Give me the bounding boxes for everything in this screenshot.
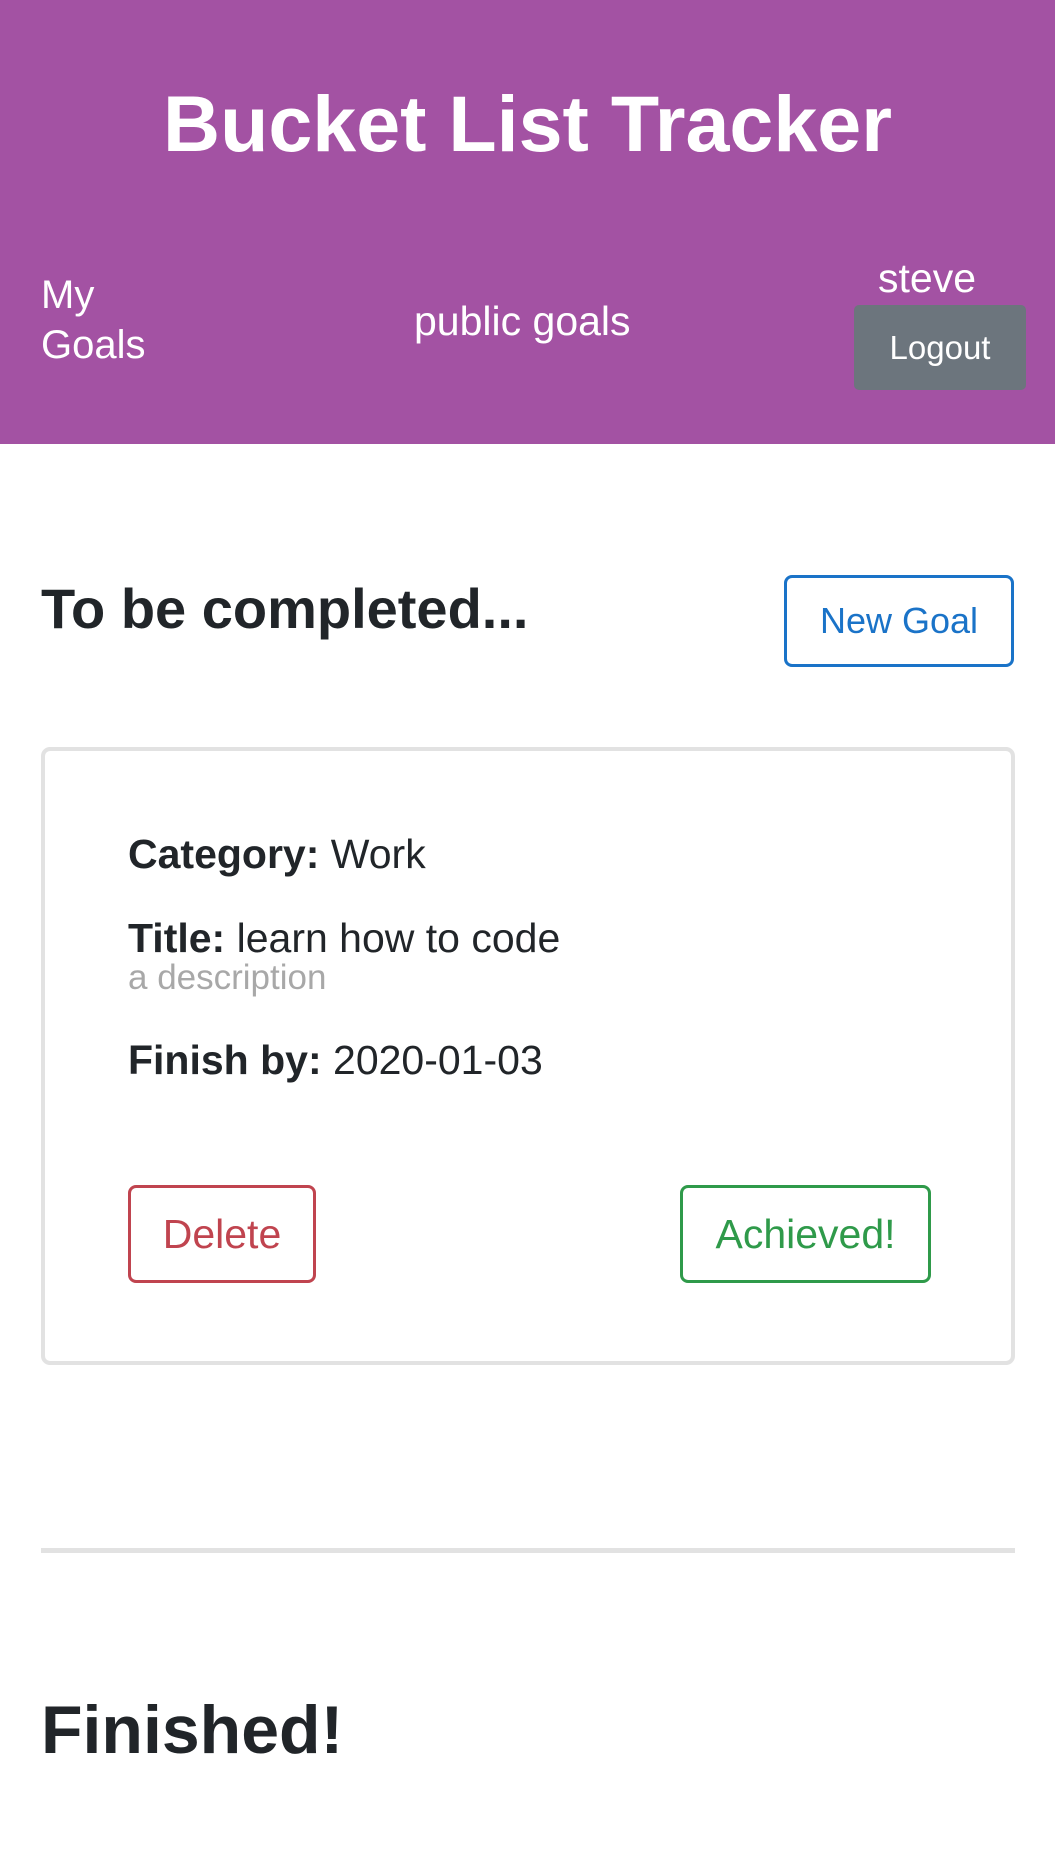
delete-goal-button[interactable]: Delete: [128, 1185, 316, 1283]
category-label: Category:: [128, 831, 320, 877]
finish-by-value: 2020-01-03: [333, 1037, 543, 1083]
nav-public-goals-link[interactable]: public goals: [414, 296, 631, 346]
category-value: Work: [330, 831, 426, 877]
new-goal-button[interactable]: New Goal: [784, 575, 1014, 667]
title-label: Title:: [128, 915, 226, 961]
logout-button[interactable]: Logout: [854, 305, 1026, 390]
title-value: learn how to code: [236, 915, 561, 961]
pending-section-title: To be completed...: [41, 577, 529, 640]
section-divider: [41, 1548, 1015, 1553]
goal-finish-by: Finish by: 2020-01-03: [128, 1035, 543, 1085]
goal-card: Category: Work Title: learn how to code …: [41, 747, 1015, 1365]
app-title: Bucket List Tracker: [163, 79, 892, 168]
finished-section-title: Finished!: [41, 1692, 344, 1768]
finish-by-label: Finish by:: [128, 1037, 322, 1083]
username-label: steve: [878, 255, 976, 301]
goal-description: a description: [128, 958, 327, 997]
achieved-goal-button[interactable]: Achieved!: [680, 1185, 931, 1283]
nav-my-goals-link[interactable]: My Goals: [41, 270, 161, 370]
goal-category: Category: Work: [128, 829, 426, 879]
app-header: Bucket List Tracker My Goals public goal…: [0, 0, 1055, 444]
